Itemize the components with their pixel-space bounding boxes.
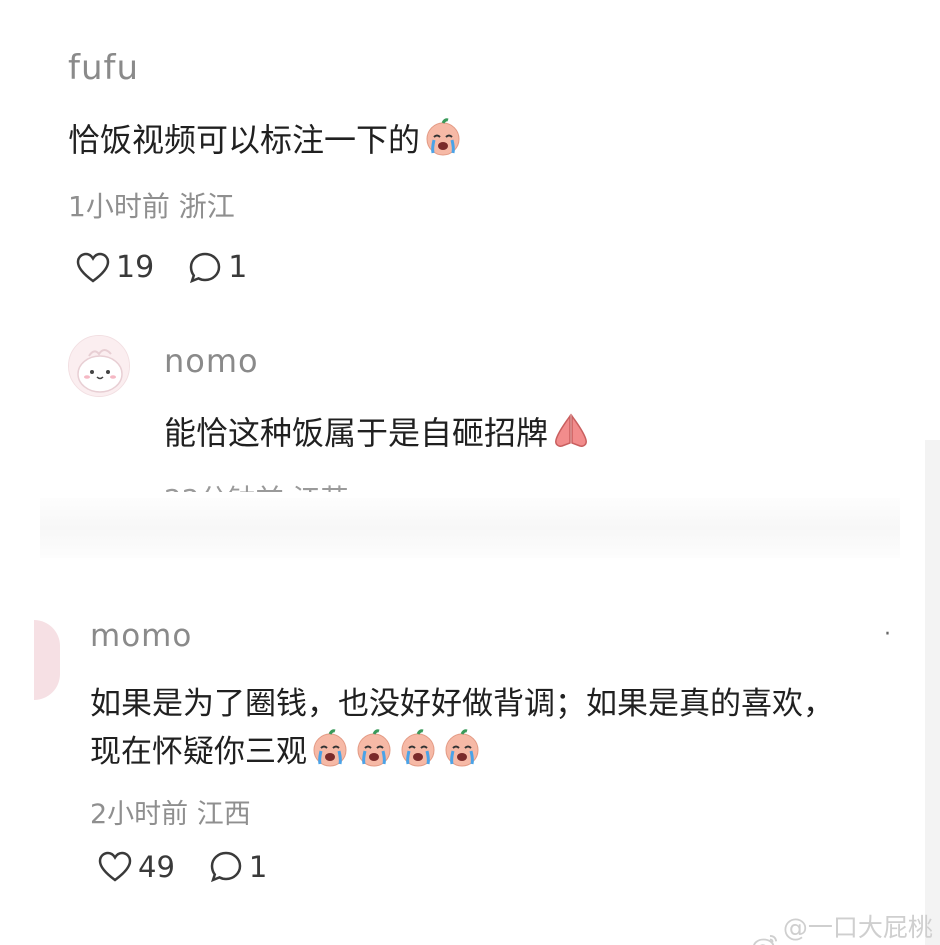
heart-icon[interactable]	[76, 252, 110, 284]
comment-actions: 49 1	[98, 850, 301, 884]
comment-text-line-1: 如果是为了圈钱，也没好好做背调；如果是真的喜欢，	[90, 686, 834, 722]
crying-face-emoji	[313, 728, 347, 766]
reply-text-content: 能恰这种饭属于是自砸招牌	[164, 414, 549, 452]
reply-meta-partial: 22分钟前 江苏	[164, 478, 349, 492]
crying-face-emoji	[445, 728, 479, 766]
screenshot-edge	[925, 440, 940, 945]
crying-face-emoji	[401, 728, 435, 766]
more-options-icon[interactable]: ·	[884, 622, 891, 647]
comment-text-content: 现在怀疑你三观	[90, 734, 307, 770]
weibo-icon	[753, 935, 778, 945]
like-count: 19	[116, 250, 155, 285]
heart-icon[interactable]	[98, 851, 132, 883]
reply-text: 能恰这种饭属于是自砸招牌	[164, 408, 592, 454]
comment-screenshot: fufu 恰饭视频可以标注一下的 1小时前 浙江 19 1 nomo 能恰这种饭…	[0, 0, 940, 945]
comment-meta: 1小时前 浙江	[68, 190, 235, 223]
like-count: 49	[138, 850, 175, 884]
crying-face-emoji	[357, 728, 391, 766]
reply-username[interactable]: nomo	[164, 342, 259, 380]
comment-bubble-icon[interactable]	[188, 251, 222, 285]
avatar-partial	[34, 620, 60, 700]
cartoon-avatar-icon	[69, 336, 129, 396]
comment-username[interactable]: momo	[90, 618, 192, 654]
watermark: @一口大屁桃桃	[752, 908, 940, 945]
faded-text-strip	[40, 498, 900, 558]
comment-text: 恰饭视频可以标注一下的	[68, 115, 464, 161]
crying-face-emoji	[426, 118, 460, 156]
comment-actions: 19 1	[76, 250, 281, 285]
comment-username[interactable]: fufu	[68, 48, 139, 88]
reply-count: 1	[248, 850, 268, 884]
folded-hands-emoji	[555, 413, 587, 447]
comment-meta: 2小时前 江西	[90, 799, 251, 830]
watermark-text: @一口大屁桃桃	[782, 913, 933, 942]
comment-text-line-2: 现在怀疑你三观	[90, 726, 483, 771]
comment-text-content: 恰饭视频可以标注一下的	[68, 121, 421, 159]
avatar[interactable]	[68, 335, 130, 397]
reply-count: 1	[228, 250, 248, 285]
comment-bubble-icon[interactable]	[209, 850, 243, 884]
